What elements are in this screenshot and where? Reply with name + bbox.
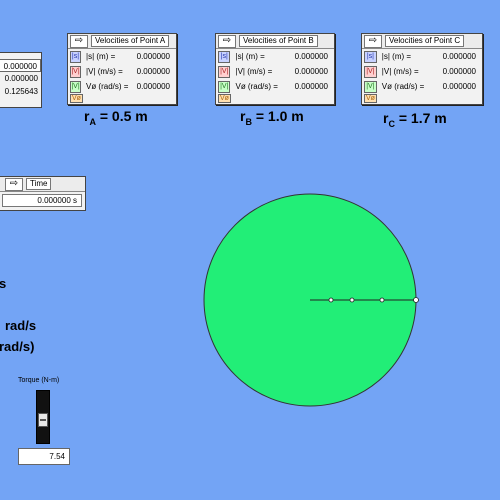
radius-value: = 0.5 m bbox=[99, 108, 148, 124]
side-text-3: rad/s) bbox=[0, 339, 35, 354]
time-value: 0.000000 s bbox=[2, 194, 82, 207]
right-arrow-icon[interactable]: ⇨ bbox=[364, 34, 382, 48]
vel-row-ve: Vø bbox=[68, 94, 176, 103]
left-values-panel: 0.000000 0.000000 0.125643 bbox=[0, 52, 42, 108]
velocity-panel-b: ⇨ Velocities of Point B |s| |s| (m) = 0.… bbox=[215, 33, 335, 105]
panel-title: Time bbox=[26, 178, 52, 190]
left-value-2: 0.000000 bbox=[4, 74, 38, 83]
vel-value: 0.000000 bbox=[442, 52, 476, 61]
vel-row-vphi: |V| Vø (rad/s) = 0.000000 bbox=[362, 79, 482, 94]
panel-header: ⇨ Velocities of Point B bbox=[216, 34, 334, 49]
vel-row-s: |s| |s| (m) = 0.000000 bbox=[362, 49, 482, 64]
panel-title: Velocities of Point C bbox=[385, 35, 465, 47]
vel-row-ve: Vø bbox=[216, 94, 334, 103]
v-swatch-icon[interactable]: |V| bbox=[218, 65, 231, 78]
radius-label-b: rB = 1.0 m bbox=[240, 108, 304, 127]
vel-value: 0.000000 bbox=[136, 67, 170, 76]
vel-value: 0.000000 bbox=[442, 82, 476, 91]
right-arrow-icon[interactable]: ⇨ bbox=[70, 34, 88, 48]
vel-row-v: |V| |V| (m/s) = 0.000000 bbox=[68, 64, 176, 79]
vphi-swatch-icon[interactable]: |V| bbox=[364, 80, 377, 93]
velocity-panel-a: ⇨ Velocities of Point A |s| |s| (m) = 0.… bbox=[67, 33, 177, 105]
vel-row-v: |V| |V| (m/s) = 0.000000 bbox=[216, 64, 334, 79]
radius-subscript: B bbox=[245, 116, 252, 127]
left-value-3: 0.125643 bbox=[4, 87, 38, 96]
s-swatch-icon[interactable]: |s| bbox=[70, 50, 81, 63]
vel-value: 0.000000 bbox=[294, 82, 328, 91]
panel-title: Velocities of Point B bbox=[239, 35, 318, 47]
s-swatch-icon[interactable]: |s| bbox=[364, 50, 377, 63]
radius-subscript: A bbox=[89, 116, 96, 127]
v-swatch-icon[interactable]: |V| bbox=[364, 65, 377, 78]
point-a-marker bbox=[328, 297, 334, 303]
vphi-swatch-icon[interactable]: |V| bbox=[70, 80, 81, 93]
radius-label-c: rC = 1.7 m bbox=[383, 110, 447, 129]
v-swatch-icon[interactable]: |V| bbox=[70, 65, 81, 78]
vel-label: Vø (rad/s) = bbox=[235, 82, 278, 91]
vel-label: Vø (rad/s) = bbox=[85, 82, 129, 91]
vel-value: 0.000000 bbox=[136, 82, 170, 91]
vel-label: |s| (m) = bbox=[381, 52, 412, 61]
vel-label: Vø (rad/s) = bbox=[381, 82, 425, 91]
vel-label: |V| (m/s) = bbox=[85, 67, 123, 76]
panel-title: Velocities of Point A bbox=[91, 35, 170, 47]
s-swatch-icon[interactable]: |s| bbox=[218, 50, 231, 63]
vel-row-vphi: |V| Vø (rad/s) = 0.000000 bbox=[68, 79, 176, 94]
vel-label: |V| (m/s) = bbox=[381, 67, 419, 76]
point-b-marker bbox=[349, 297, 355, 303]
panel-header: ⇨ Time bbox=[0, 177, 85, 192]
vel-row-vphi: |V| Vø (rad/s) = 0.000000 bbox=[216, 79, 334, 94]
radius-label-a: rA = 0.5 m bbox=[84, 108, 148, 127]
time-panel: ⇨ Time 0.000000 s bbox=[0, 176, 86, 211]
ve-swatch-icon[interactable]: Vø bbox=[364, 94, 377, 103]
radius-value: = 1.7 m bbox=[398, 110, 447, 126]
radius-subscript: C bbox=[388, 118, 395, 129]
velocity-panel-c: ⇨ Velocities of Point C |s| |s| (m) = 0.… bbox=[361, 33, 483, 105]
vel-value: 0.000000 bbox=[294, 52, 328, 61]
vel-label: |s| (m) = bbox=[235, 52, 265, 61]
vel-row-s: |s| |s| (m) = 0.000000 bbox=[216, 49, 334, 64]
ve-swatch-icon[interactable]: Vø bbox=[70, 94, 83, 103]
vel-label: |s| (m) = bbox=[85, 52, 116, 61]
right-arrow-icon[interactable]: ⇨ bbox=[218, 34, 236, 48]
torque-slider-thumb[interactable] bbox=[38, 413, 48, 427]
vel-row-ve: Vø bbox=[362, 94, 482, 103]
side-text-2: rad/s bbox=[5, 318, 37, 333]
side-text-1: s bbox=[0, 276, 7, 291]
point-c-marker bbox=[379, 297, 385, 303]
ve-swatch-icon[interactable]: Vø bbox=[218, 94, 231, 103]
vel-value: 0.000000 bbox=[442, 67, 476, 76]
vel-row-v: |V| |V| (m/s) = 0.000000 bbox=[362, 64, 482, 79]
radius-value: = 1.0 m bbox=[255, 108, 304, 124]
rotating-disk bbox=[203, 193, 419, 407]
right-arrow-icon[interactable]: ⇨ bbox=[5, 177, 23, 191]
panel-header: ⇨ Velocities of Point C bbox=[362, 34, 482, 49]
vel-value: 0.000000 bbox=[294, 67, 328, 76]
left-value-1: 0.000000 bbox=[0, 59, 41, 72]
vel-value: 0.000000 bbox=[136, 52, 170, 61]
rim-marker bbox=[413, 297, 419, 303]
vphi-swatch-icon[interactable]: |V| bbox=[218, 80, 231, 93]
torque-label: Torque (N-m) bbox=[18, 377, 60, 384]
vel-row-s: |s| |s| (m) = 0.000000 bbox=[68, 49, 176, 64]
torque-value-field[interactable]: 7.54 bbox=[18, 448, 70, 465]
vel-label: |V| (m/s) = bbox=[235, 67, 273, 76]
panel-header: ⇨ Velocities of Point A bbox=[68, 34, 176, 49]
